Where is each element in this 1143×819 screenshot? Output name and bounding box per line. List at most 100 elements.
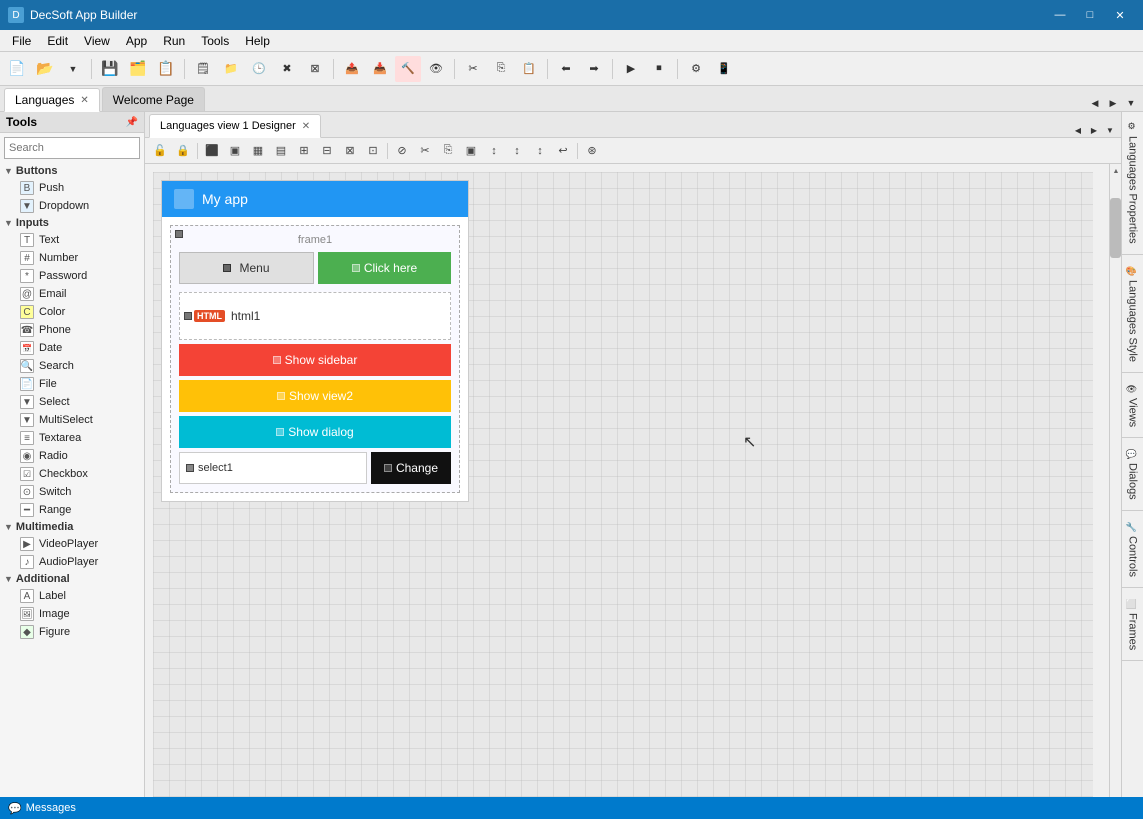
- designer-tab-close[interactable]: ✕: [302, 121, 310, 132]
- designer-cut2[interactable]: ✂: [414, 140, 436, 162]
- close-file-button[interactable]: ✖: [274, 56, 300, 82]
- build-button[interactable]: 🔨: [395, 56, 421, 82]
- right-tab-frames[interactable]: ⬜ Frames: [1122, 588, 1143, 661]
- maximize-button[interactable]: □: [1075, 0, 1105, 30]
- frame-resize-handle[interactable]: [175, 230, 183, 238]
- designer-align1[interactable]: ⬛: [201, 140, 223, 162]
- copy-button[interactable]: ⎘: [488, 56, 514, 82]
- tool-radio[interactable]: ◉ Radio: [0, 447, 144, 465]
- align-left-button[interactable]: ⬅: [553, 56, 579, 82]
- tool-file[interactable]: 📄 File: [0, 375, 144, 393]
- new-button[interactable]: 📄: [4, 56, 30, 82]
- designer-tab-scroll-right[interactable]: ▶: [1087, 123, 1101, 137]
- tool-checkbox[interactable]: ☑ Checkbox: [0, 465, 144, 483]
- devices-button[interactable]: 📱: [711, 56, 737, 82]
- tool-search[interactable]: 🔍 Search: [0, 357, 144, 375]
- paste-button[interactable]: 📋: [516, 56, 542, 82]
- designer-tab-menu[interactable]: ▼: [1103, 123, 1117, 137]
- designer-tab-scroll-left[interactable]: ◀: [1071, 123, 1085, 137]
- save-button[interactable]: 💾: [97, 56, 123, 82]
- tool-select[interactable]: ▼ Select: [0, 393, 144, 411]
- stop-button[interactable]: ⏹: [646, 56, 672, 82]
- recent-button[interactable]: 🕒: [246, 56, 272, 82]
- category-inputs[interactable]: ▼ Inputs: [0, 215, 144, 231]
- designer-arrange3[interactable]: ↕: [529, 140, 551, 162]
- html-resize-handle[interactable]: [184, 312, 192, 320]
- show-sidebar-btn[interactable]: Show sidebar: [179, 344, 451, 376]
- open-proj-button[interactable]: 📁: [218, 56, 244, 82]
- open-dropdown[interactable]: 📂: [32, 56, 58, 82]
- designer-lock2-btn[interactable]: 🔒: [172, 140, 194, 162]
- designer-arrange2[interactable]: ↕: [506, 140, 528, 162]
- right-tab-views[interactable]: 👁 Views: [1122, 373, 1143, 439]
- designer-group[interactable]: ▣: [460, 140, 482, 162]
- menu-file[interactable]: File: [4, 32, 39, 50]
- tool-phone[interactable]: ☎ Phone: [0, 321, 144, 339]
- change-btn[interactable]: Change: [371, 452, 451, 484]
- tab-scroll-right[interactable]: ▶: [1105, 95, 1121, 111]
- new-proj-button[interactable]: 🗒: [190, 56, 216, 82]
- tool-switch[interactable]: ⊙ Switch: [0, 483, 144, 501]
- menu-tools[interactable]: Tools: [193, 32, 237, 50]
- tool-audioplayer[interactable]: ♪ AudioPlayer: [0, 553, 144, 571]
- designer-tab-languages[interactable]: Languages view 1 Designer ✕: [149, 114, 321, 138]
- right-tab-controls[interactable]: 🔧 Controls: [1122, 511, 1143, 588]
- tool-color[interactable]: C Color: [0, 303, 144, 321]
- designer-special[interactable]: ⊛: [581, 140, 603, 162]
- tool-range[interactable]: ━ Range: [0, 501, 144, 519]
- menu-edit[interactable]: Edit: [39, 32, 76, 50]
- tool-email[interactable]: @ Email: [0, 285, 144, 303]
- designer-align6[interactable]: ⊟: [316, 140, 338, 162]
- category-buttons[interactable]: ▼ Buttons: [0, 163, 144, 179]
- tab-menu-button[interactable]: ▼: [1123, 95, 1139, 111]
- save-copy-button[interactable]: 📋: [153, 56, 179, 82]
- menu-view[interactable]: View: [76, 32, 118, 50]
- designer-align2[interactable]: ▣: [224, 140, 246, 162]
- scroll-track-v[interactable]: [1110, 258, 1121, 793]
- tool-videoplayer[interactable]: ▶ VideoPlayer: [0, 535, 144, 553]
- click-here-btn[interactable]: Click here: [318, 252, 451, 284]
- tool-push[interactable]: B Push: [0, 179, 144, 197]
- tab-scroll-left[interactable]: ◀: [1087, 95, 1103, 111]
- designer-copy2[interactable]: ⎘: [437, 140, 459, 162]
- tool-text[interactable]: T Text: [0, 231, 144, 249]
- export-button[interactable]: 📤: [339, 56, 365, 82]
- close-all-button[interactable]: ⊠: [302, 56, 328, 82]
- tool-figure[interactable]: ◆ Figure: [0, 623, 144, 641]
- select1-box[interactable]: select1: [179, 452, 367, 484]
- category-additional[interactable]: ▼ Additional: [0, 571, 144, 587]
- designer-align8[interactable]: ⊡: [362, 140, 384, 162]
- tab-welcome[interactable]: Welcome Page: [102, 87, 205, 111]
- designer-align5[interactable]: ⊞: [293, 140, 315, 162]
- tool-number[interactable]: # Number: [0, 249, 144, 267]
- menu-app[interactable]: App: [118, 32, 155, 50]
- scroll-thumb-v[interactable]: [1110, 198, 1121, 258]
- menu-btn[interactable]: Menu: [179, 252, 314, 284]
- designer-align4[interactable]: ▤: [270, 140, 292, 162]
- open-dropdown2[interactable]: ▼: [60, 56, 86, 82]
- tool-date[interactable]: 📅 Date: [0, 339, 144, 357]
- tool-label[interactable]: A Label: [0, 587, 144, 605]
- tab-languages-close[interactable]: ✕: [80, 95, 88, 106]
- designer-arrange1[interactable]: ↕: [483, 140, 505, 162]
- search-input[interactable]: [4, 137, 140, 159]
- settings-button[interactable]: ⚙: [683, 56, 709, 82]
- cut-button[interactable]: ✂: [460, 56, 486, 82]
- designer-align3[interactable]: ▦: [247, 140, 269, 162]
- category-multimedia[interactable]: ▼ Multimedia: [0, 519, 144, 535]
- right-tab-dialogs[interactable]: 💬 Dialogs: [1122, 438, 1143, 511]
- canvas-scroll-area[interactable]: My app frame1: [145, 164, 1109, 807]
- scroll-up[interactable]: ▲: [1110, 164, 1121, 178]
- designer-lock-btn[interactable]: 🔓: [149, 140, 171, 162]
- right-tab-languages-properties[interactable]: ⚙ Languages Properties: [1122, 112, 1143, 255]
- import-button[interactable]: 📥: [367, 56, 393, 82]
- preview-button[interactable]: 👁: [423, 56, 449, 82]
- designer-align7[interactable]: ⊠: [339, 140, 361, 162]
- tool-multiselect[interactable]: ▼ MultiSelect: [0, 411, 144, 429]
- tool-image[interactable]: 🖼 Image: [0, 605, 144, 623]
- tab-languages[interactable]: Languages ✕: [4, 88, 100, 112]
- show-dialog-btn[interactable]: Show dialog: [179, 416, 451, 448]
- align-right-button[interactable]: ➡: [581, 56, 607, 82]
- pin-icon[interactable]: 📌: [126, 117, 138, 128]
- right-tab-languages-style[interactable]: 🎨 Languages Style: [1122, 255, 1143, 373]
